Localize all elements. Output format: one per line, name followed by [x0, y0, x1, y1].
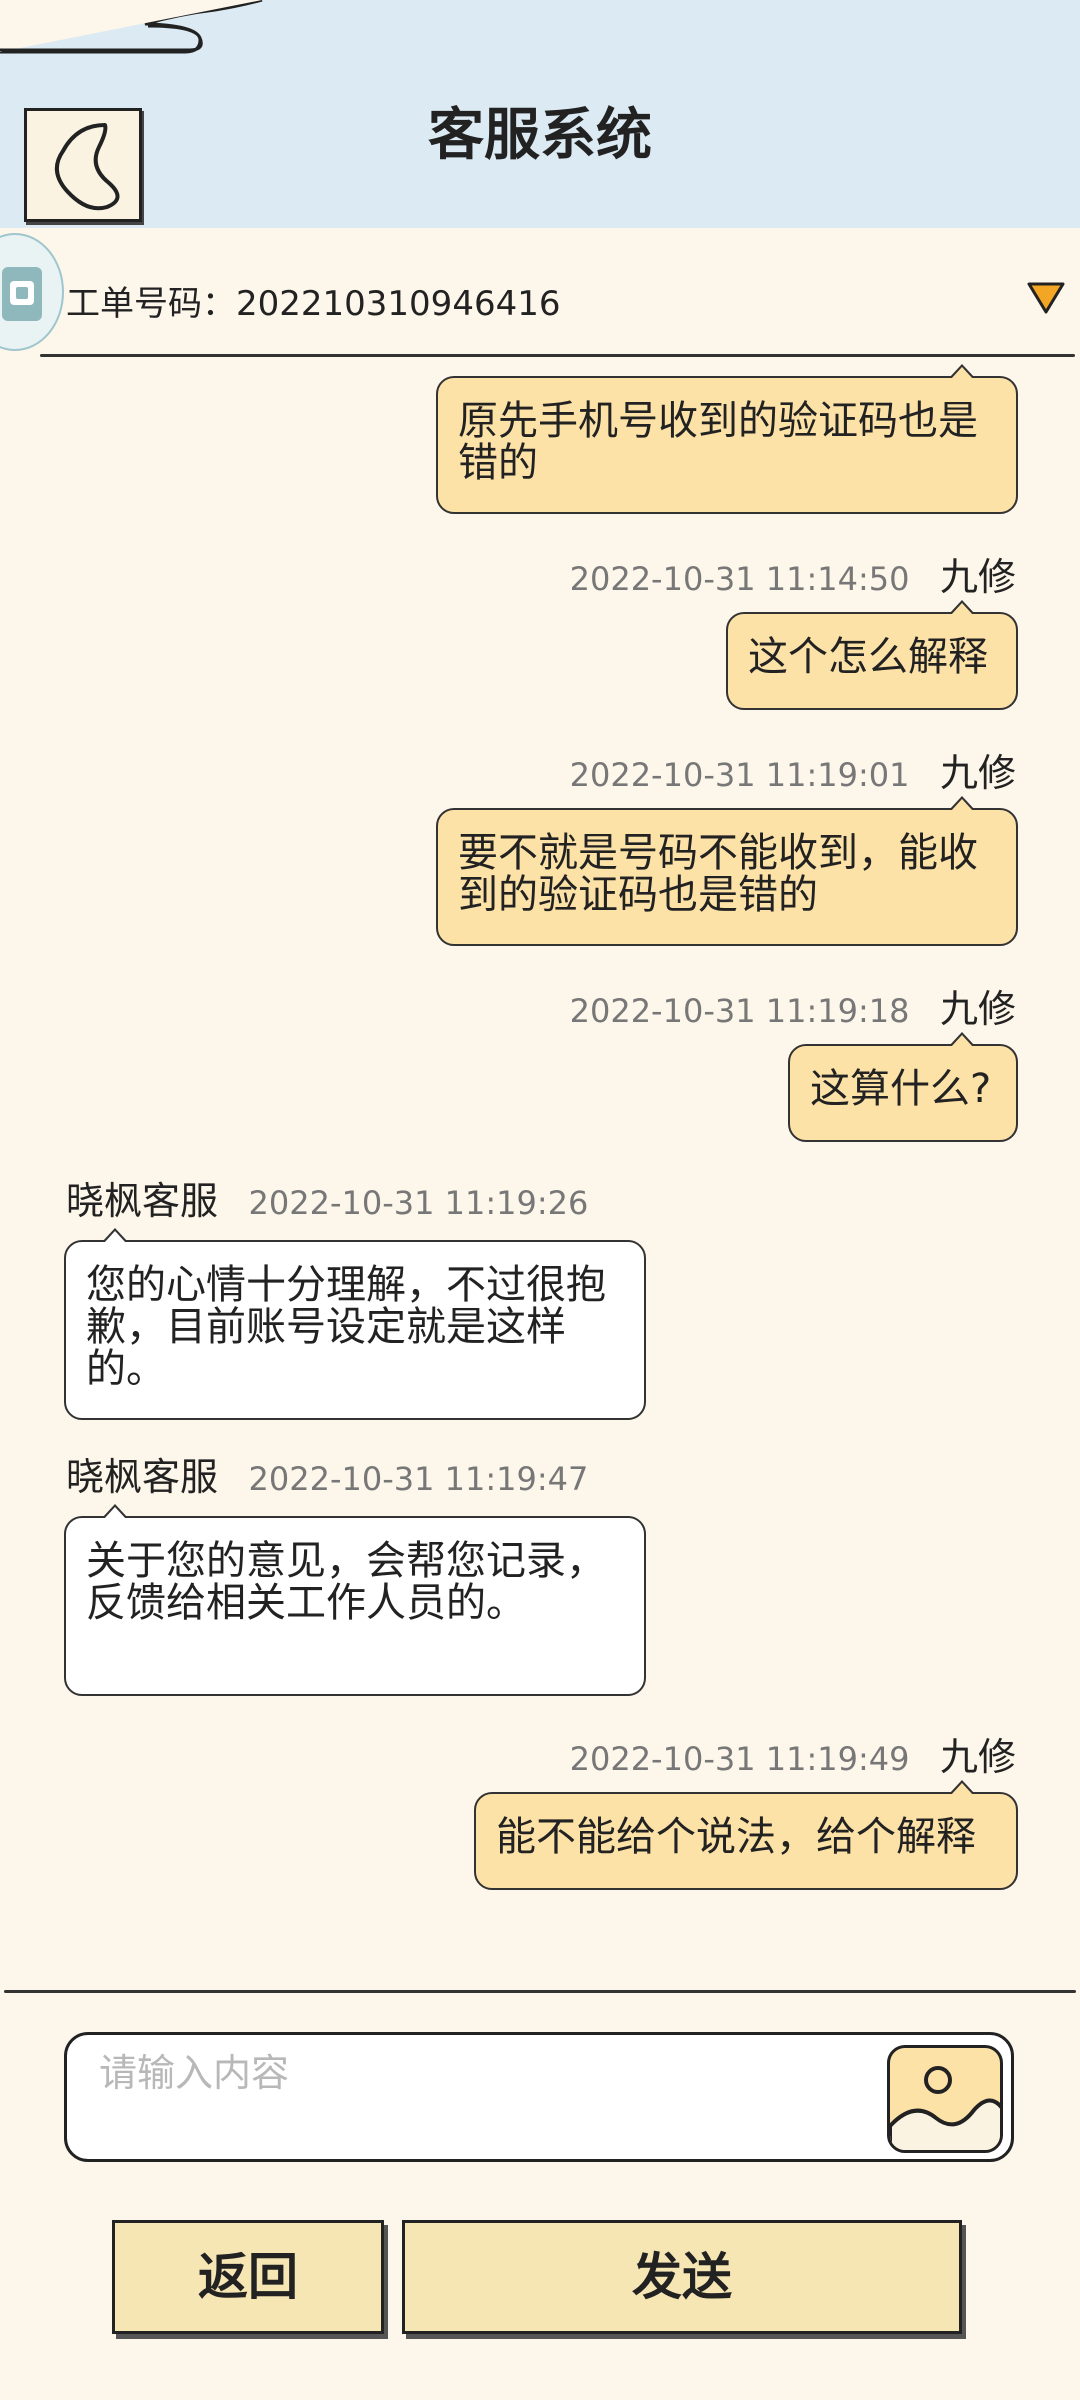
message-bubble-user: 这个怎么解释 [726, 600, 1018, 710]
message-text: 关于您的意见，会帮您记录，反馈给相关工作人员的。 [86, 1538, 606, 1626]
image-upload-button[interactable] [887, 2045, 1003, 2153]
message-text: 原先手机号收到的验证码也是错的 [458, 398, 978, 486]
message-meta: 2022-10-31 11:19:18 九修 [570, 978, 1016, 1033]
message-time: 2022-10-31 11:19:01 [569, 756, 910, 794]
ticket-icon [2, 267, 42, 321]
message-input[interactable] [97, 2047, 881, 2099]
message-time: 2022-10-31 11:19:18 [569, 992, 910, 1030]
page-title: 客服系统 [428, 103, 652, 168]
sender-name: 晓枫客服 [66, 1455, 219, 1499]
message-bubble-agent: 您的心情十分理解，不过很抱歉，目前账号设定就是这样的。 [64, 1228, 646, 1420]
message-meta: 晓枫客服 2022-10-31 11:19:47 [66, 1446, 588, 1501]
message-meta: 晓枫客服 2022-10-31 11:19:26 [66, 1170, 588, 1225]
ticket-divider [40, 354, 1075, 357]
dropdown-triangle-icon[interactable] [1026, 280, 1066, 316]
message-text: 这算什么? [810, 1066, 992, 1112]
message-text: 这个怎么解释 [748, 634, 988, 680]
message-bubble-agent: 关于您的意见，会帮您记录，反馈给相关工作人员的。 [64, 1504, 646, 1696]
message-meta: 2022-10-31 11:19:49 九修 [570, 1726, 1016, 1781]
message-text: 要不就是号码不能收到，能收到的验证码也是错的 [458, 830, 978, 918]
cloud-decoration-icon [0, 0, 263, 54]
sender-name: 晓枫客服 [66, 1179, 219, 1223]
message-time: 2022-10-31 11:14:50 [569, 560, 910, 598]
message-time: 2022-10-31 11:19:47 [248, 1460, 589, 1498]
message-time: 2022-10-31 11:19:26 [248, 1184, 589, 1222]
message-meta: 2022-10-31 11:19:01 九修 [570, 742, 1016, 797]
send-button[interactable]: 发送 [402, 2220, 962, 2334]
image-upload-icon [890, 2066, 1000, 2150]
ticket-number: 工单号码：202210310946416 [66, 284, 561, 324]
message-input-box [64, 2032, 1014, 2162]
message-bubble-user: 原先手机号收到的验证码也是错的 [436, 364, 1018, 514]
message-meta: 2022-10-31 11:14:50 九修 [570, 546, 1016, 601]
sender-name: 九修 [939, 751, 1016, 795]
sender-name: 九修 [939, 987, 1016, 1031]
message-bubble-user: 能不能给个说法，给个解释 [474, 1780, 1018, 1890]
ticket-badge [0, 233, 64, 351]
header: 客服系统 [0, 0, 1080, 228]
message-bubble-user: 要不就是号码不能收到，能收到的验证码也是错的 [436, 796, 1018, 946]
message-bubble-user: 这算什么? [788, 1032, 1018, 1142]
chat-area: 原先手机号收到的验证码也是错的 2022-10-31 11:14:50 九修 这… [0, 362, 1080, 1982]
input-divider [4, 1990, 1076, 1993]
sender-name: 九修 [939, 1735, 1016, 1779]
message-time: 2022-10-31 11:19:49 [569, 1740, 910, 1778]
message-text: 能不能给个说法，给个解释 [496, 1814, 976, 1860]
back-button[interactable]: 返回 [112, 2220, 384, 2334]
message-text: 您的心情十分理解，不过很抱歉，目前账号设定就是这样的。 [86, 1262, 606, 1392]
ticket-bar: 工单号码：202210310946416 [0, 228, 1080, 356]
sender-name: 九修 [939, 555, 1016, 599]
